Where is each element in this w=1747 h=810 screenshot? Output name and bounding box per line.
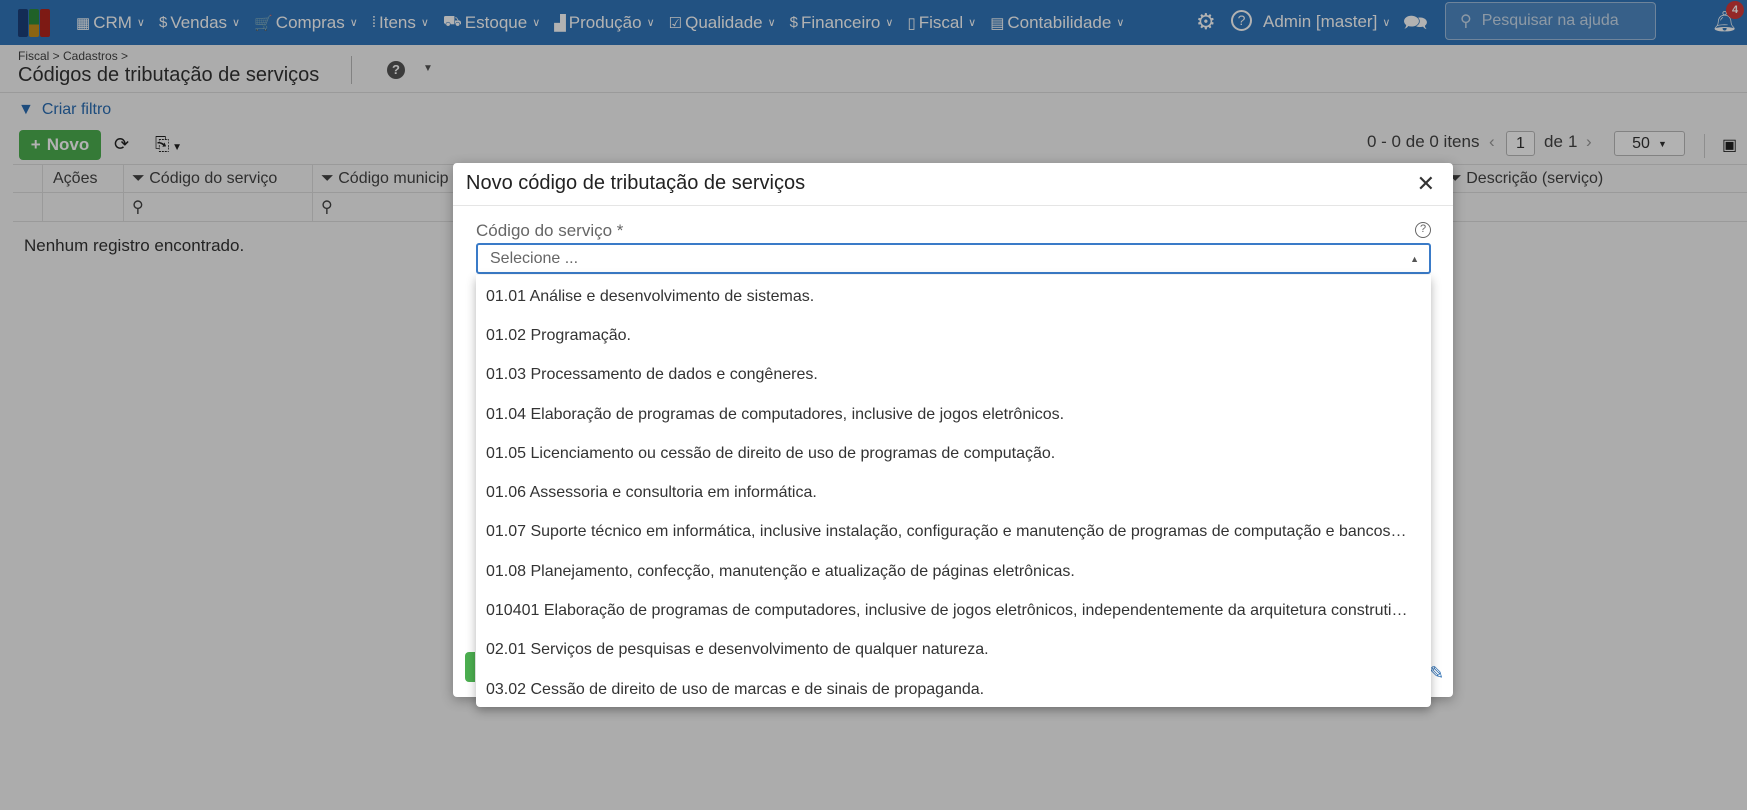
dropdown-option[interactable]: 01.04 Elaboração de programas de computa…	[476, 395, 1431, 434]
dropdown-option[interactable]: 01.01 Análise e desenvolvimento de siste…	[476, 277, 1431, 316]
select-placeholder: Selecione ...	[490, 249, 579, 267]
dropdown-option[interactable]: 01.05 Licenciamento ou cessão de direito…	[476, 434, 1431, 473]
save-button[interactable]	[465, 652, 475, 682]
modal-title: Novo código de tributação de serviços	[466, 172, 806, 194]
dropdown-option[interactable]: 01.06 Assessoria e consultoria em inform…	[476, 473, 1431, 512]
option-label: 010401 Elaboração de programas de comput…	[486, 602, 1408, 620]
field-help-icon[interactable]: ?	[1415, 222, 1431, 238]
caret-up-icon: ▲	[1410, 254, 1419, 264]
option-label: 01.02 Programação.	[486, 326, 631, 344]
service-code-select[interactable]: Selecione ... ▲	[476, 243, 1431, 274]
divider	[453, 205, 1453, 206]
dropdown-option[interactable]: 02.01 Serviços de pesquisas e desenvolvi…	[476, 631, 1431, 670]
option-label: 01.06 Assessoria e consultoria em inform…	[486, 484, 817, 502]
option-label: 01.01 Análise e desenvolvimento de siste…	[486, 287, 815, 305]
dropdown-option[interactable]: 03.02 Cessão de direito de uso de marcas…	[476, 670, 1431, 709]
close-icon[interactable]: ✕	[1417, 171, 1435, 197]
dropdown-option[interactable]: 010401 Elaboração de programas de comput…	[476, 591, 1431, 630]
dropdown-option[interactable]: 01.02 Programação.	[476, 316, 1431, 355]
option-label: 01.07 Suporte técnico em informática, in…	[486, 523, 1407, 541]
dropdown-option[interactable]: 01.07 Suporte técnico em informática, in…	[476, 513, 1431, 552]
option-label: 01.04 Elaboração de programas de computa…	[486, 405, 1065, 423]
option-label: 01.05 Licenciamento ou cessão de direito…	[486, 444, 1056, 462]
service-code-label: Código do serviço *	[476, 221, 624, 240]
dropdown-option[interactable]: 01.08 Planejamento, confecção, manutençã…	[476, 552, 1431, 591]
option-label: 02.01 Serviços de pesquisas e desenvolvi…	[486, 641, 989, 659]
option-label: 01.03 Processamento de dados e congênere…	[486, 366, 818, 384]
option-label: 01.08 Planejamento, confecção, manutençã…	[486, 562, 1075, 580]
service-code-dropdown: 01.01 Análise e desenvolvimento de siste…	[476, 275, 1431, 707]
edit-icon[interactable]: ✎	[1429, 663, 1444, 684]
dropdown-option[interactable]: 01.03 Processamento de dados e congênere…	[476, 356, 1431, 395]
option-label: 03.02 Cessão de direito de uso de marcas…	[486, 680, 985, 698]
